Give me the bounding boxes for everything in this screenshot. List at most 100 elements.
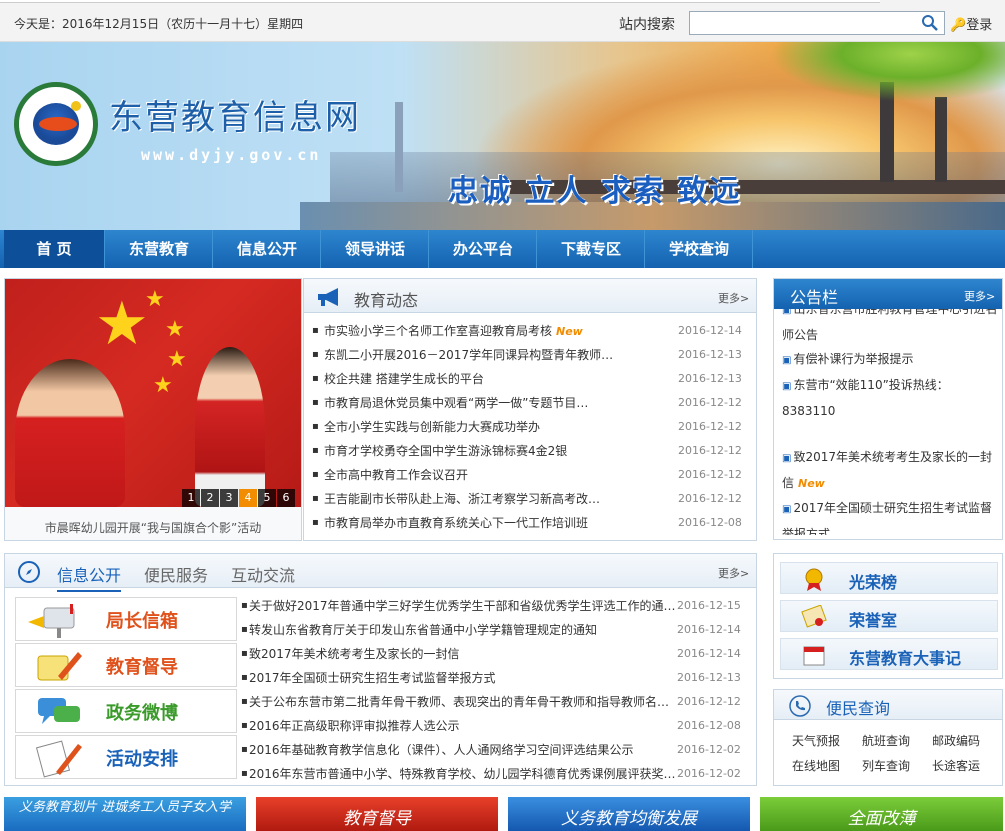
compulsory-education-banner[interactable]: 义务教育划片 进城务工人员子女入学	[4, 797, 246, 831]
nav-leader-speech[interactable]: 领导讲话	[322, 230, 429, 268]
news-item-title[interactable]: 全市小学生实践与创新能力大赛成功举办	[324, 415, 540, 439]
nav-downloads[interactable]: 下载专区	[538, 230, 645, 268]
news-more-link[interactable]: 更多>	[718, 290, 749, 306]
news-item-date: 2016-12-12	[678, 492, 742, 505]
news-item[interactable]: ▪ 全市小学生实践与创新能力大赛成功举办 2016-12-12	[312, 415, 742, 439]
education-chronicle-link[interactable]: 东营教育大事记	[780, 638, 998, 670]
info-item-title[interactable]: 致2017年美术统考考生及家长的一封信	[249, 642, 460, 666]
news-item[interactable]: ▪ 市教育局举办市直教育系统关心下一代工作培训班 2016-12-08	[312, 511, 742, 535]
nav-dongying-education[interactable]: 东营教育	[106, 230, 213, 268]
info-item-title[interactable]: 2016年东营市普通中小学、特殊教育学校、幼儿园学科德育优秀课例展评获奖结…	[249, 762, 679, 786]
education-supervision-tile[interactable]: 教育督导	[15, 643, 237, 687]
news-item[interactable]: ▪ 市育才学校勇夺全国中学生游泳锦标赛4金2银 2016-12-12	[312, 439, 742, 463]
nav-home[interactable]: 首 页	[4, 230, 105, 268]
coach-link[interactable]: 长途客运	[932, 757, 980, 774]
info-item[interactable]: ▪ 关于公布东营市第二批青年骨干教师、表现突出的青年骨干教师和指导教师名单… 201…	[241, 690, 751, 714]
info-item[interactable]: ▪ 2016年东营市普通中小学、特殊教育学校、幼儿园学科德育优秀课例展评获奖结… 2…	[241, 762, 751, 786]
slide-page-button[interactable]: 2	[201, 489, 219, 507]
news-item-title[interactable]: 全市高中教育工作会议召开	[324, 463, 468, 487]
info-item-title[interactable]: 2016年正高级职称评审拟推荐人选公示	[249, 714, 460, 738]
info-item-title[interactable]: 关于公布东营市第二批青年骨干教师、表现突出的青年骨干教师和指导教师名单…	[249, 690, 679, 714]
info-panel: 信息公开 便民服务 互动交流 更多> 局长信箱 教育督导 政务微博 活动安排 ▪…	[4, 553, 757, 786]
info-item-date: 2016-12-13	[677, 671, 741, 684]
info-item-title[interactable]: 关于做好2017年普通中学三好学生优秀学生干部和省级优秀学生评选工作的通知…	[249, 594, 679, 618]
balanced-development-banner[interactable]: 义务教育均衡发展	[508, 797, 750, 831]
news-item[interactable]: ▪ 全市高中教育工作会议召开 2016-12-12	[312, 463, 742, 487]
news-item-title[interactable]: 市育才学校勇夺全国中学生游泳锦标赛4金2银	[324, 439, 567, 463]
medal-icon	[805, 568, 823, 591]
info-item-date: 2016-12-02	[677, 743, 741, 756]
tab-info-disclosure[interactable]: 信息公开	[57, 562, 122, 592]
news-item[interactable]: ▪ 校企共建 搭建学生成长的平台 2016-12-13	[312, 367, 742, 391]
photo-slideshow[interactable]: ★ ★ ★ ★ ★ 1 2 3 4 5 6 市晨晖幼儿园开展“我与国旗合个影”活…	[4, 278, 302, 541]
info-item[interactable]: ▪ 2016年正高级职称评审拟推荐人选公示 2016-12-08	[241, 714, 751, 738]
nav-info-disclosure[interactable]: 信息公开	[214, 230, 321, 268]
info-item[interactable]: ▪ 转发山东省教育厅关于印发山东省普通中小学学籍管理规定的通知 2016-12-14	[241, 618, 751, 642]
nav-school-query[interactable]: 学校查询	[646, 230, 753, 268]
info-more-link[interactable]: 更多>	[718, 565, 749, 581]
news-item[interactable]: ▪ 东凯二小开展2016－2017学年同课异构暨青年教师… 2016-12-13	[312, 343, 742, 367]
info-item-date: 2016-12-14	[677, 647, 741, 660]
info-item-title[interactable]: 2017年全国硕士研究生招生考试监督举报方式	[249, 666, 496, 690]
bullet-icon: ▪	[312, 349, 319, 360]
logo-dot	[71, 101, 81, 111]
slide-page-button[interactable]: 5	[258, 489, 276, 507]
gov-weibo-tile[interactable]: 政务微博	[15, 689, 237, 733]
slide-page-button[interactable]: 3	[220, 489, 238, 507]
notice-item[interactable]: ▣ 致2017年美术统考考生及家长的一封信 New	[782, 445, 1000, 496]
info-item[interactable]: ▪ 2016年基础教育教学信息化（课件）、人人通网络学习空间评选结果公示 2016-…	[241, 738, 751, 762]
news-item-title[interactable]: 东凯二小开展2016－2017学年同课异构暨青年教师…	[324, 343, 613, 367]
director-mailbox-tile[interactable]: 局长信箱	[15, 597, 237, 641]
bullet-icon: ▪	[312, 421, 319, 432]
info-item[interactable]: ▪ 关于做好2017年普通中学三好学生优秀学生干部和省级优秀学生评选工作的通知… 2…	[241, 594, 751, 618]
info-item-title[interactable]: 转发山东省教育厅关于印发山东省普通中小学学籍管理规定的通知	[249, 618, 597, 642]
current-date: 今天是：2016年12月15日（农历十一月十七）星期四	[14, 17, 304, 31]
activity-schedule-tile[interactable]: 活动安排	[15, 735, 237, 779]
news-item-title[interactable]: 校企共建 搭建学生成长的平台	[324, 367, 484, 391]
news-item[interactable]: ▪ 市教育局退休党员集中观看“两学一做”专题节目… 2016-12-12	[312, 391, 742, 415]
site-url: www.dyjy.gov.cn	[141, 146, 322, 164]
flight-link[interactable]: 航班查询	[862, 732, 910, 749]
slide-page-button[interactable]: 1	[182, 489, 200, 507]
map-link[interactable]: 在线地图	[792, 757, 840, 774]
nav-office-platform[interactable]: 办公平台	[430, 230, 537, 268]
notice-more-link[interactable]: 更多>	[964, 288, 995, 304]
news-item[interactable]: ▪ 王吉能副市长带队赴上海、浙江考察学习新高考改… 2016-12-12	[312, 487, 742, 511]
comprehensive-reform-banner[interactable]: 全面改薄	[760, 797, 1003, 831]
info-item[interactable]: ▪ 2017年全国硕士研究生招生考试监督举报方式 2016-12-13	[241, 666, 751, 690]
news-item[interactable]: ▪ 市实验小学三个名师工作室喜迎教育局考核 New 2016-12-14	[312, 319, 742, 343]
news-item-title[interactable]: 市教育局举办市直教育系统关心下一代工作培训班	[324, 511, 588, 535]
notice-item[interactable]: ▣ 有偿补课行为举报提示	[782, 347, 1000, 373]
postcode-link[interactable]: 邮政编码	[932, 732, 980, 749]
gov-weibo-label: 政务微博	[106, 703, 178, 724]
honor-roll-link[interactable]: 光荣榜	[780, 562, 998, 594]
train-link[interactable]: 列车查询	[862, 757, 910, 774]
info-item-title[interactable]: 2016年基础教育教学信息化（课件）、人人通网络学习空间评选结果公示	[249, 738, 634, 762]
site-search-input[interactable]	[689, 11, 945, 35]
slide-caption[interactable]: 市晨晖幼儿园开展“我与国旗合个影”活动	[5, 519, 301, 536]
tab-public-service[interactable]: 便民服务	[144, 562, 208, 586]
login-link[interactable]: 🔑登录	[950, 14, 992, 33]
news-item-title[interactable]: 市教育局退休党员集中观看“两学一做”专题节目…	[324, 391, 588, 415]
weather-link[interactable]: 天气预报	[792, 732, 840, 749]
search-icon[interactable]	[920, 14, 940, 32]
tab-interaction[interactable]: 互动交流	[231, 562, 295, 586]
info-item-date: 2016-12-12	[677, 695, 741, 708]
news-item-title[interactable]: 王吉能副市长带队赴上海、浙江考察学习新高考改…	[324, 487, 600, 511]
honor-room-link[interactable]: 荣誉室	[780, 600, 998, 632]
news-panel-title: 教育动态	[354, 291, 419, 310]
key-icon: 🔑	[950, 18, 967, 33]
news-item-date: 2016-12-14	[678, 324, 742, 337]
notice-item[interactable]: ▣ 东营市“效能110”投诉热线：8383110	[782, 373, 1000, 423]
education-supervision-banner[interactable]: 教育督导	[256, 797, 498, 831]
bullet-icon: ▪	[241, 696, 248, 707]
site-search-label: 站内搜索	[619, 17, 675, 33]
slide-page-button-active[interactable]: 4	[239, 489, 257, 507]
news-item-date: 2016-12-12	[678, 468, 742, 481]
notice-item[interactable]: ▣ 山东省东营市胜利教育管理中心引进名师公告	[782, 309, 1000, 347]
info-item[interactable]: ▪ 致2017年美术统考考生及家长的一封信 2016-12-14	[241, 642, 751, 666]
slide-photo[interactable]: ★ ★ ★ ★ ★	[5, 279, 301, 507]
slide-page-button[interactable]: 6	[277, 489, 295, 507]
bullet-icon: ▪	[312, 397, 319, 408]
notice-item[interactable]: ▣ 2017年全国硕士研究生招生考试监督举报方式	[782, 496, 1000, 535]
